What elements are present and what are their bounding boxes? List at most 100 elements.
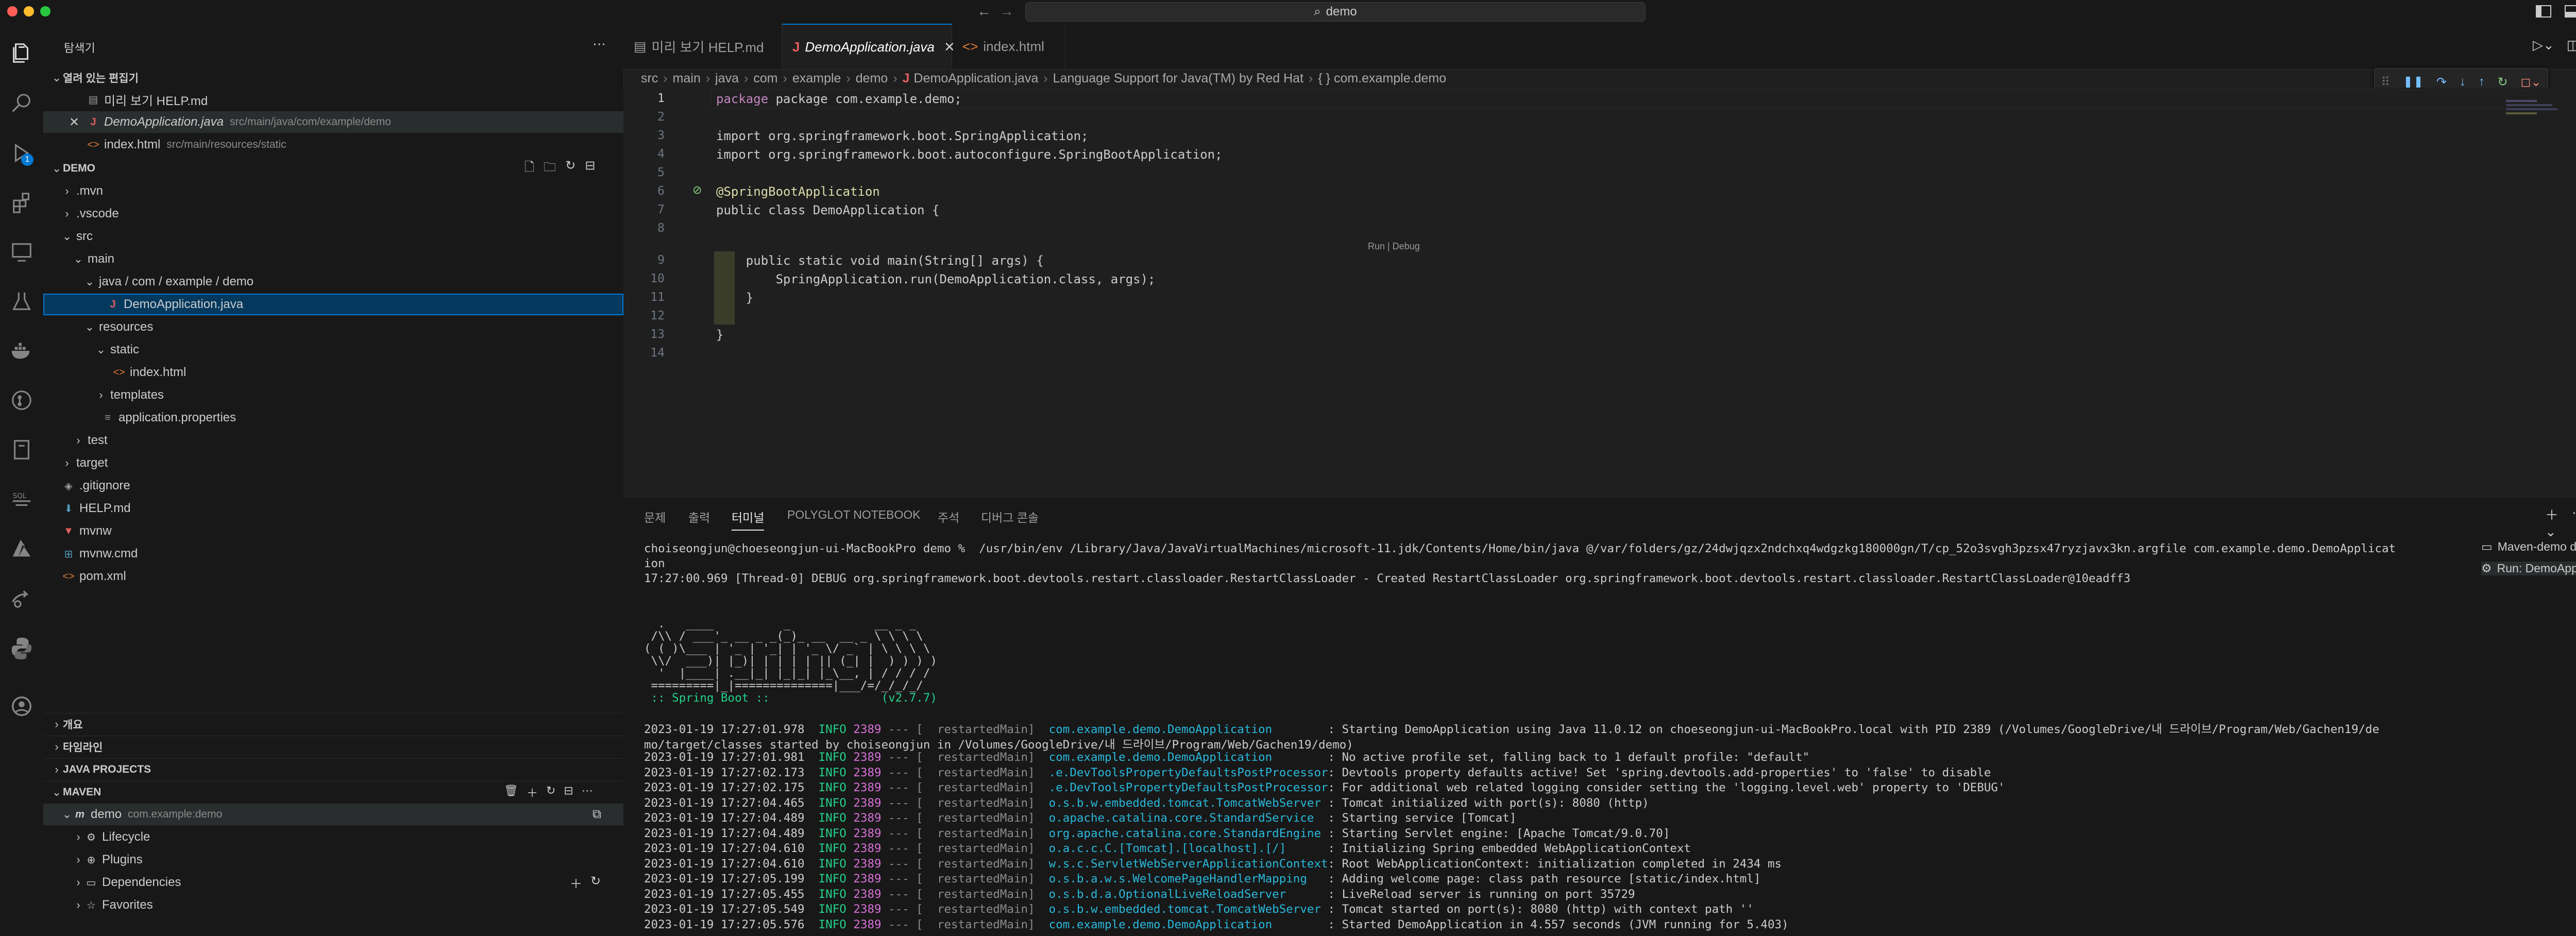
maven-child-item[interactable]: › ▭ Dependencies ＋ ↻ <box>43 872 623 893</box>
tab-output[interactable]: 출력 <box>688 508 710 525</box>
tree-item[interactable]: ⌄ src <box>43 226 623 247</box>
tree-item[interactable]: › .vscode <box>43 203 623 225</box>
breadcrumb-item[interactable]: src <box>641 71 658 86</box>
code-editor[interactable]: 1 2 3 4 5 6 7 8 9 10 11 12 13 14 ⊘ packa… <box>623 88 2576 497</box>
azure-icon[interactable] <box>9 536 35 561</box>
testing-icon[interactable] <box>9 288 35 314</box>
add-icon[interactable]: ＋ <box>570 874 582 892</box>
tab-comments[interactable]: 주석 <box>938 508 959 525</box>
tab-terminal[interactable]: 터미널 <box>732 508 765 531</box>
split-editor-icon[interactable]: ◫ <box>2567 37 2576 53</box>
collapse-all-icon[interactable]: ⊟ <box>585 158 595 179</box>
breadcrumb-item[interactable]: java <box>715 71 739 86</box>
back-arrow-icon[interactable]: ← <box>977 3 991 20</box>
outline-section[interactable]: › 개요 <box>43 713 623 735</box>
run-and-debug-icon[interactable]: 1 <box>9 140 35 166</box>
breadcrumb-item[interactable]: DemoApplication.java <box>914 71 1039 86</box>
explorer-icon[interactable] <box>9 40 35 66</box>
tree-item-selected[interactable]: J DemoApplication.java <box>43 294 623 315</box>
new-terminal-icon[interactable]: ＋⌄ <box>2545 505 2558 540</box>
collapse-all-icon[interactable]: ⊟ <box>564 784 573 801</box>
command-center-search[interactable]: ⌕ demo <box>1025 2 1646 22</box>
open-editor-item[interactable]: ▤ 미리 보기 HELP.md <box>43 89 623 110</box>
forward-arrow-icon[interactable]: → <box>999 3 1014 20</box>
breadcrumb-item[interactable]: com <box>753 71 777 86</box>
project-header[interactable]: ⌄ DEMO 🗋 🗀 ↻ ⊟ <box>43 158 623 179</box>
tree-item[interactable]: ⊞ mvnw.cmd <box>43 543 623 565</box>
bookmarks-icon[interactable] <box>9 437 35 463</box>
codelens-run-debug[interactable]: Run | Debug <box>1368 241 1420 252</box>
step-into-icon[interactable]: ↓ <box>2460 75 2466 89</box>
breadcrumb-item[interactable]: { } com.example.demo <box>1318 71 1446 86</box>
tree-item[interactable]: ⌄ java / com / example / demo <box>43 271 623 293</box>
maven-section[interactable]: ⌄ MAVEN 🗑 ＋ ↻ ⊟ ⋯ <box>43 781 623 803</box>
tree-item[interactable]: <> pom.xml <box>43 566 623 587</box>
extensions-icon[interactable] <box>9 190 35 215</box>
new-file-icon[interactable]: 🗋 <box>524 158 534 179</box>
spring-run-icon[interactable]: ⊘ <box>692 183 702 197</box>
toggle-panel-icon[interactable] <box>2564 3 2576 19</box>
tree-item[interactable]: ≡ application.properties <box>43 407 623 429</box>
open-pom-icon[interactable]: ⧉ <box>592 807 601 822</box>
close-icon[interactable]: ✕ <box>69 115 87 130</box>
tree-item[interactable]: ⌄ resources <box>43 316 623 338</box>
tab-polyglot-notebook[interactable]: POLYGLOT NOTEBOOK <box>787 508 921 522</box>
refresh-icon[interactable]: ↻ <box>546 784 555 801</box>
tree-item[interactable]: ▼ mvnw <box>43 520 623 542</box>
tab-index-html[interactable]: <> index.html <box>952 24 1065 69</box>
open-editor-item[interactable]: <> index.html src/main/resources/static <box>43 134 623 156</box>
live-share-icon[interactable] <box>9 585 35 611</box>
maven-child-item[interactable]: › ☆ Favorites <box>43 894 623 916</box>
more-actions-icon[interactable]: ⋯ <box>582 784 593 801</box>
tree-item[interactable]: ⌄ main <box>43 248 623 270</box>
refresh-icon[interactable]: ↻ <box>590 874 601 892</box>
more-actions-icon[interactable]: ⋯ <box>592 36 606 52</box>
tab-help-preview[interactable]: ▤ 미리 보기 HELP.md <box>623 24 782 69</box>
source-control-icon[interactable] <box>9 387 35 413</box>
open-editor-item[interactable]: ✕ J DemoApplication.java src/main/java/c… <box>43 111 623 133</box>
open-editors-header[interactable]: ⌄ 열려 있는 편집기 <box>43 67 623 89</box>
breadcrumb-item[interactable]: main <box>673 71 701 86</box>
breadcrumb-item[interactable]: demo <box>856 71 888 86</box>
more-actions-icon[interactable]: ⋯ <box>2572 505 2576 540</box>
java-projects-section[interactable]: › JAVA PROJECTS <box>43 758 623 780</box>
tree-item[interactable]: ⬇ HELP.md <box>43 498 623 519</box>
tree-item[interactable]: › target <box>43 452 623 474</box>
tree-item[interactable]: › .mvn <box>43 180 623 202</box>
tree-item[interactable]: ◈ .gitignore <box>43 475 623 497</box>
tree-item[interactable]: › test <box>43 430 623 451</box>
minimize-window-button[interactable] <box>24 6 34 16</box>
docker-icon[interactable] <box>9 338 35 364</box>
tab-problems[interactable]: 문제 <box>644 508 666 525</box>
line-number: 11 <box>650 291 665 304</box>
search-icon[interactable] <box>9 91 35 116</box>
maven-child-item[interactable]: › ⚙ Lifecycle <box>43 826 623 848</box>
timeline-section[interactable]: › 타임라인 <box>43 736 623 757</box>
close-window-button[interactable] <box>7 6 18 16</box>
sqltools-icon[interactable]: SQL <box>9 486 35 512</box>
python-icon[interactable] <box>9 635 35 660</box>
tab-demoapplication-java[interactable]: J DemoApplication.java ✕ <box>782 24 955 69</box>
breadcrumb-item[interactable]: example <box>792 71 841 86</box>
trash-icon[interactable]: 🗑 <box>504 784 518 801</box>
toggle-primary-sidebar-icon[interactable] <box>2535 3 2552 19</box>
run-file-icon[interactable]: ▷⌄ <box>2533 37 2554 53</box>
new-folder-icon[interactable]: 🗀 <box>544 158 556 179</box>
tab-debug-console[interactable]: 디버그 콘솔 <box>981 508 1039 525</box>
terminal-view[interactable]: choiseongjun@choeseongjun-ui-MacBookPro … <box>623 529 2478 936</box>
maximize-window-button[interactable] <box>40 6 50 16</box>
remote-explorer-icon[interactable] <box>9 239 35 265</box>
minimap[interactable] <box>2506 98 2568 139</box>
breadcrumb-item[interactable]: Language Support for Java(TM) by Red Hat <box>1053 71 1303 86</box>
tree-item[interactable]: <> index.html <box>43 362 623 383</box>
terminal-list-item[interactable]: ⚙ Run: DemoAppli... <box>2481 561 2576 575</box>
tree-item[interactable]: ⌄ static <box>43 339 623 361</box>
step-out-icon[interactable]: ↑ <box>2479 75 2485 89</box>
refresh-icon[interactable]: ↻ <box>565 158 575 179</box>
maven-project-item[interactable]: ⌄ m demo com.example:demo ⧉ <box>43 804 623 825</box>
add-icon[interactable]: ＋ <box>527 784 538 801</box>
terminal-list-item[interactable]: ▭ Maven-demo d... <box>2481 540 2576 554</box>
maven-child-item[interactable]: › ⊕ Plugins <box>43 849 623 871</box>
tree-item[interactable]: › templates <box>43 384 623 406</box>
accounts-icon[interactable] <box>9 693 35 719</box>
